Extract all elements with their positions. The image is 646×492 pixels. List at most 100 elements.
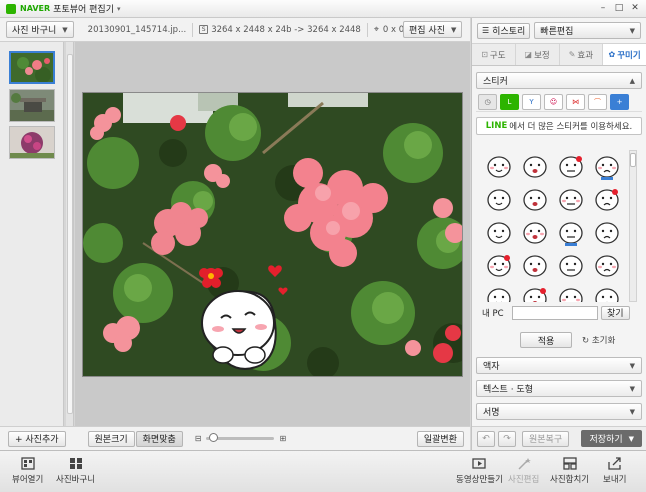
sticker-face-icon: [558, 254, 583, 277]
sticker-scrollbar[interactable]: [629, 150, 637, 302]
apply-button[interactable]: 적용: [520, 332, 572, 348]
minimize-button[interactable]: –: [596, 2, 610, 14]
sticker-item[interactable]: [554, 282, 587, 302]
thumbnail-1[interactable]: [9, 51, 55, 84]
line-sticker-icon[interactable]: L: [500, 93, 519, 110]
tab-composition[interactable]: ⊡ 구도: [472, 44, 516, 65]
frame-section-header[interactable]: 액자 ▼: [476, 357, 642, 374]
viewer-open-action[interactable]: 뷰어열기: [12, 457, 43, 485]
signature-section-header[interactable]: 서명 ▼: [476, 403, 642, 420]
sticker-face-icon: [594, 155, 619, 180]
sticker-item[interactable]: [590, 150, 623, 183]
edited-photo[interactable]: [82, 92, 463, 377]
signature-section-label: 서명: [483, 408, 500, 418]
line-brand: LINE: [485, 121, 508, 131]
photo-edit-action[interactable]: 사진편집: [508, 457, 539, 485]
sticker-item[interactable]: [518, 249, 551, 282]
sticker-item[interactable]: [590, 282, 623, 302]
photo-basket-dropdown[interactable]: 사진 바구니 ▼: [6, 21, 74, 38]
sticker-face-icon: [558, 155, 583, 178]
tab-decorate-label: 꾸미기: [617, 50, 641, 61]
tab-adjust[interactable]: ◪ 보정: [516, 44, 560, 65]
sticker-item[interactable]: [518, 150, 551, 183]
zoom-slider[interactable]: [206, 433, 275, 442]
right-panel: ☰ 히스토리 빠른편집 ▼ ⊡ 구도 ◪ 보정 ✎ 효과 ✿ 꾸미기 스티커 ▲…: [471, 18, 646, 450]
redo-icon[interactable]: ↷: [498, 430, 516, 447]
sticker-face-icon: [522, 287, 547, 302]
my-pc-path-input[interactable]: [512, 305, 598, 320]
sticker-item[interactable]: [554, 216, 587, 249]
title-menu-arrow[interactable]: ▾: [117, 5, 121, 13]
ribbon-sticker-icon[interactable]: ⋈: [566, 93, 585, 110]
share-icon: [608, 457, 621, 470]
make-video-action[interactable]: 동영상만들기: [456, 457, 503, 485]
sticker-item[interactable]: [590, 249, 623, 282]
thumbnail-2[interactable]: [9, 89, 55, 122]
photo-basket-action[interactable]: 사진바구니: [56, 457, 95, 485]
title-bar: NAVER 포토뷰어 편집기 ▾ – □ ✕: [0, 0, 646, 18]
sticker-item[interactable]: [554, 150, 587, 183]
save-button[interactable]: 저장하기 ▼: [581, 430, 642, 447]
zoom-out-icon[interactable]: ⊟: [195, 434, 202, 443]
tab-effect-label: 효과: [577, 50, 594, 61]
chevron-down-icon: ▼: [629, 407, 635, 416]
sticker-item[interactable]: [482, 150, 515, 183]
thumbnail-strip: [0, 42, 64, 426]
sticker-item[interactable]: [518, 282, 551, 302]
sticker-item[interactable]: [482, 249, 515, 282]
sticker-face-icon: [486, 287, 511, 302]
more-stickers-icon[interactable]: +: [610, 93, 629, 110]
photo-merge-label: 사진합치기: [550, 475, 590, 485]
divider: [366, 22, 368, 37]
reset-button[interactable]: ↻ 초기화: [582, 334, 615, 346]
send-action[interactable]: 보내기: [603, 457, 626, 485]
find-button[interactable]: 찾기: [601, 305, 630, 320]
scrollbar-thumb[interactable]: [67, 54, 73, 414]
line-promo-text: 에서 더 많은 스티커를 이용하세요.: [509, 122, 633, 132]
add-photo-button[interactable]: + 사진추가: [8, 430, 66, 447]
close-button[interactable]: ✕: [628, 2, 642, 14]
sticker-item[interactable]: [554, 183, 587, 216]
line-promo-banner[interactable]: LINE 에서 더 많은 스티커를 이용하세요.: [476, 117, 642, 135]
tab-effect[interactable]: ✎ 효과: [560, 44, 604, 65]
original-size-button[interactable]: 원본크기: [87, 430, 135, 447]
scrollbar-thumb[interactable]: [630, 153, 636, 167]
tab-decorate[interactable]: ✿ 꾸미기: [603, 44, 646, 65]
zoom-slider-knob[interactable]: [209, 433, 219, 442]
sticker-item[interactable]: [482, 216, 515, 249]
coordinate-info: ⌖ 0 x 0: [374, 25, 404, 35]
rainbow-sticker-icon[interactable]: ⌒: [588, 93, 607, 110]
sticker-face-icon: [522, 188, 547, 211]
sticker-face-icon: [558, 221, 583, 246]
recent-sticker-icon[interactable]: ◷: [478, 93, 497, 110]
undo-icon[interactable]: ↶: [477, 430, 495, 447]
maximize-button[interactable]: □: [612, 2, 626, 14]
zoom-in-icon[interactable]: ⊞: [279, 434, 286, 443]
sticker-item[interactable]: [554, 249, 587, 282]
restore-original-button[interactable]: 원본복구: [522, 430, 570, 447]
history-label: 히스토리: [492, 27, 526, 37]
history-button[interactable]: ☰ 히스토리: [477, 22, 531, 39]
sticker-section-header[interactable]: 스티커 ▲: [476, 72, 642, 89]
sticker-item[interactable]: [482, 183, 515, 216]
photo-merge-action[interactable]: 사진합치기: [550, 457, 589, 485]
sticker-item[interactable]: [590, 216, 623, 249]
text-shape-section-header[interactable]: 텍스트 · 도형 ▼: [476, 380, 642, 397]
send-label: 보내기: [603, 475, 627, 485]
sticker-item[interactable]: [590, 183, 623, 216]
character-sticker-icon[interactable]: ☺: [544, 93, 563, 110]
thumbnail-3[interactable]: [9, 126, 55, 159]
sticker-item[interactable]: [482, 282, 515, 302]
edit-photo-dropdown[interactable]: 편집 사진 ▼: [403, 21, 463, 38]
image-size-icon: S: [199, 25, 209, 34]
effect-icon: ✎: [568, 50, 576, 59]
edit-photo-label: 편집 사진: [409, 26, 445, 36]
fit-screen-button[interactable]: 화면맞춤: [135, 430, 183, 447]
yes-sticker-icon[interactable]: Y: [522, 93, 541, 110]
sticker-item[interactable]: [518, 216, 551, 249]
thumbnail-scrollbar[interactable]: [66, 42, 74, 426]
sticker-face-icon: [522, 221, 547, 244]
quick-edit-select[interactable]: 빠른편집 ▼: [534, 22, 641, 39]
sticker-item[interactable]: [518, 183, 551, 216]
batch-convert-button[interactable]: 일괄변환: [416, 430, 464, 447]
